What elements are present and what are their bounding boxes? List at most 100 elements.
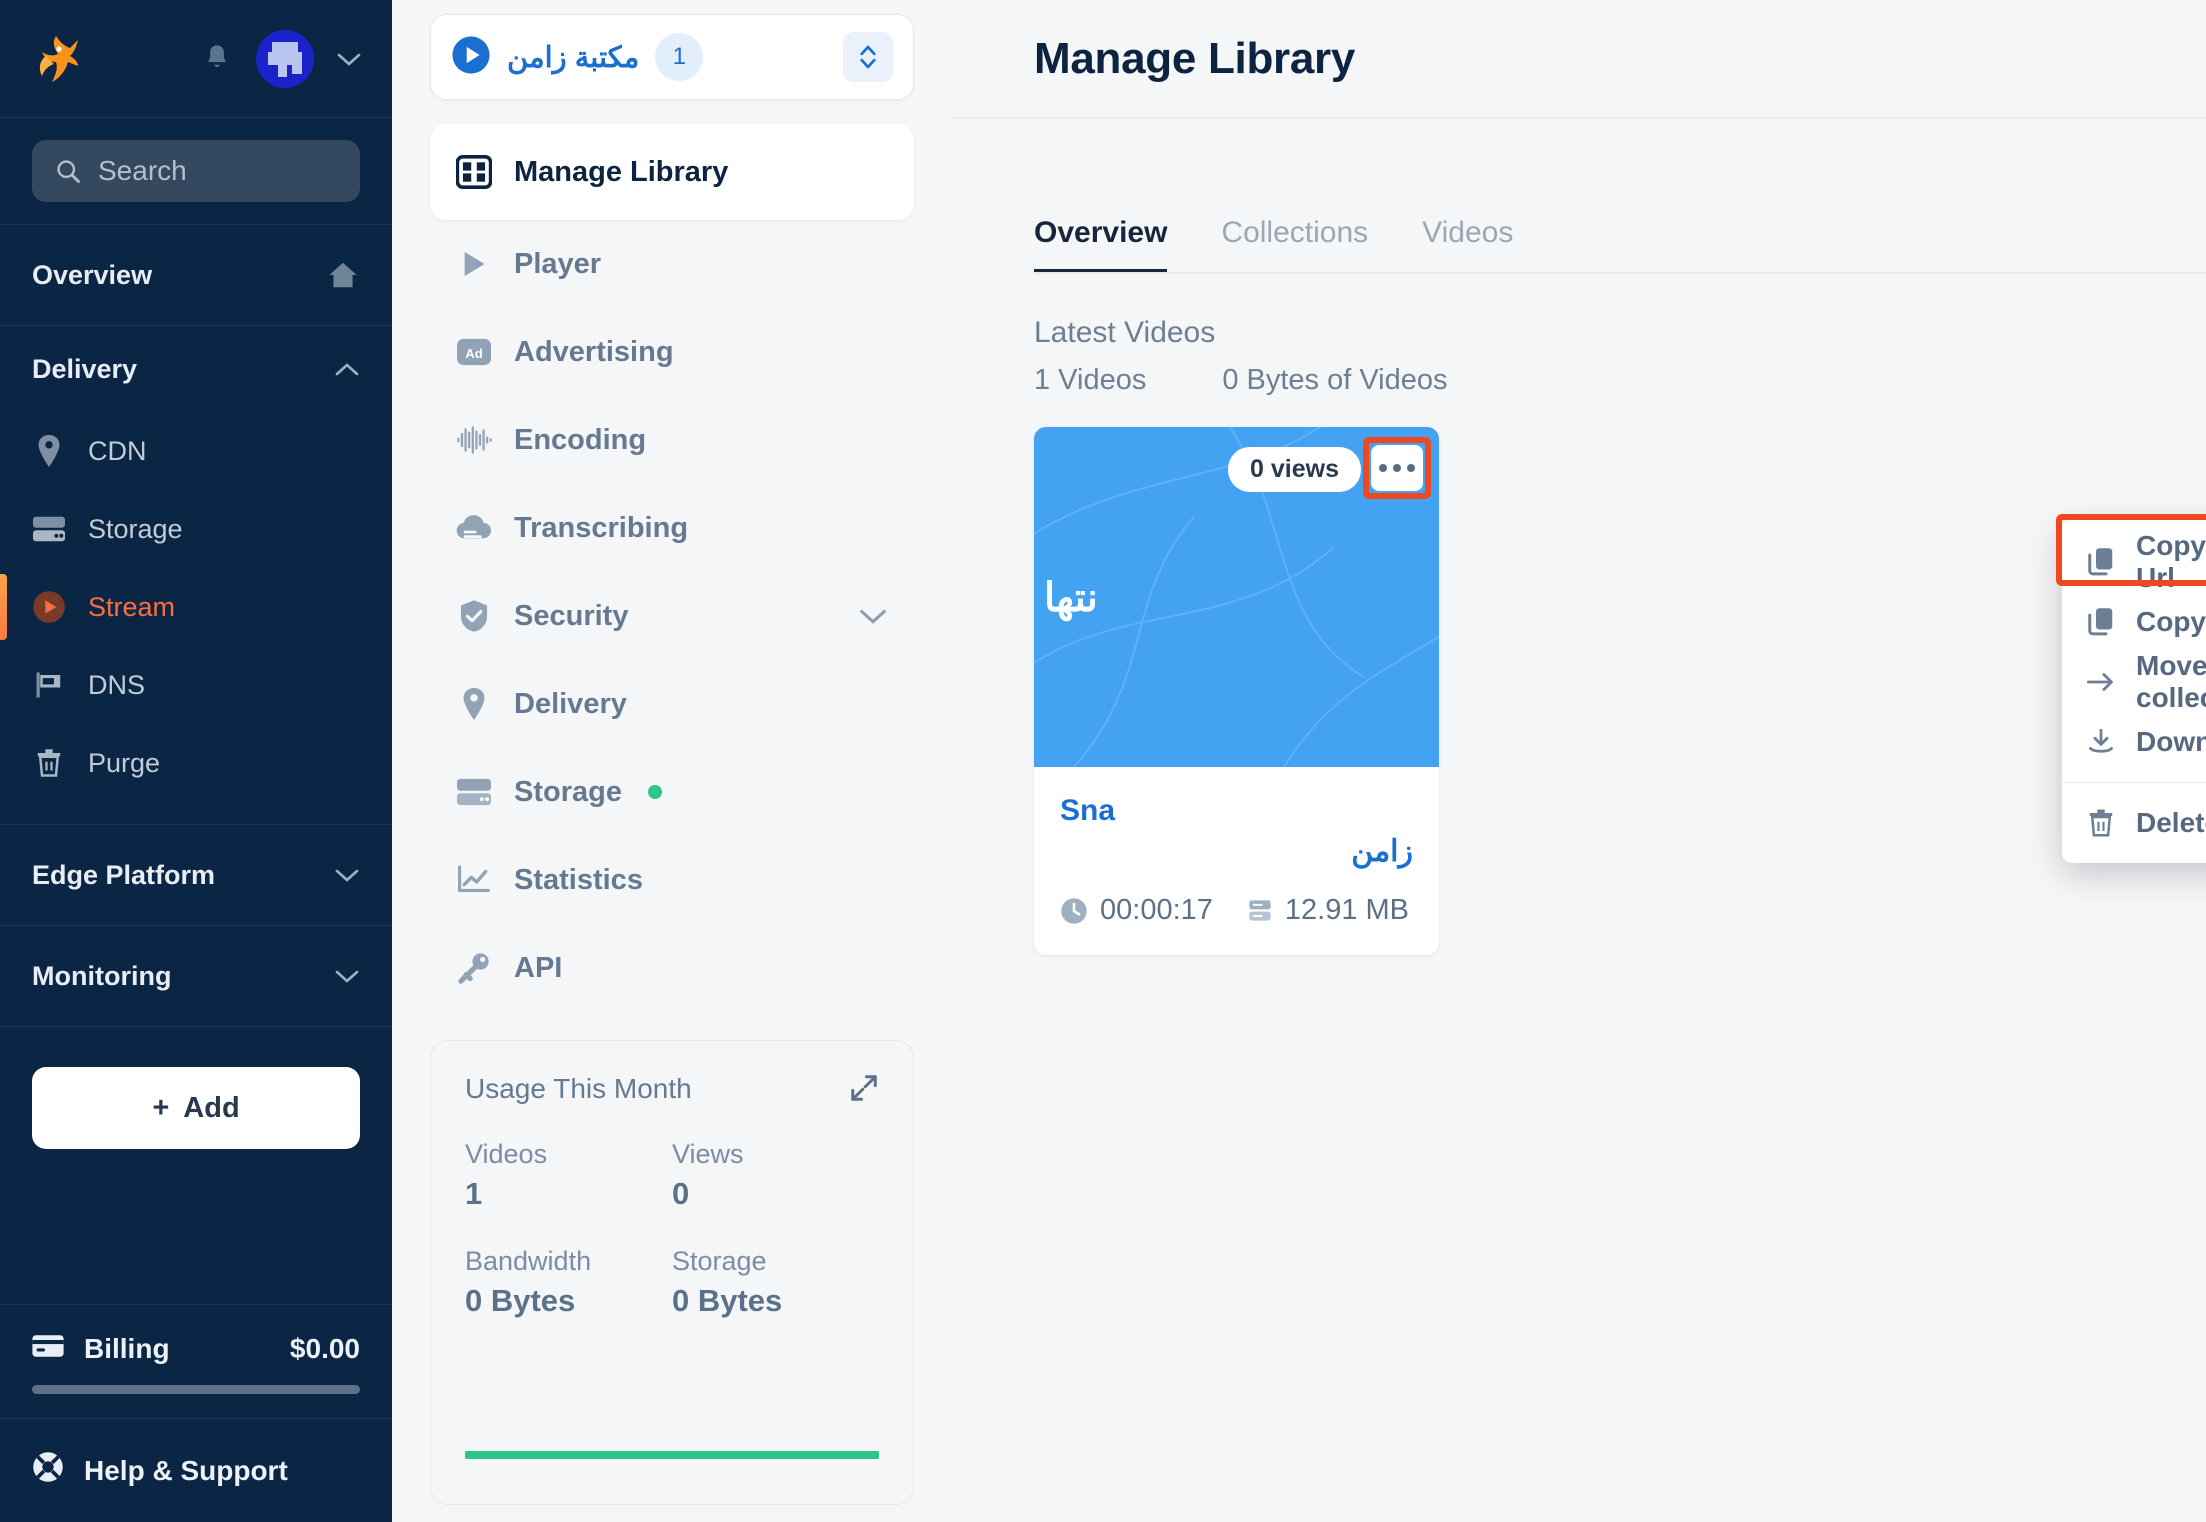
midnav-item-label: Transcribing xyxy=(514,511,689,544)
help-label: Help & Support xyxy=(84,1454,288,1486)
context-menu-item-label: Move to collection xyxy=(2136,650,2206,713)
chevron-down-icon[interactable] xyxy=(334,867,360,883)
pin-icon xyxy=(456,686,492,722)
usage-title: Usage This Month xyxy=(465,1073,692,1104)
sidebar-search-wrap: Search xyxy=(0,118,392,225)
context-menu-item-copy-play-url[interactable]: Copy Video Play Url xyxy=(2062,530,2206,593)
midnav-item-transcribing[interactable]: Transcribing xyxy=(430,484,914,572)
sidebar-item-dns[interactable]: DNS xyxy=(0,646,392,724)
usage-stat: Views 0 xyxy=(672,1139,879,1212)
expand-icon[interactable] xyxy=(849,1073,879,1103)
midnav-item-label: Delivery xyxy=(514,687,627,720)
context-menu-item-download[interactable]: Download xyxy=(2062,712,2206,772)
trash-icon xyxy=(32,746,66,780)
midnav-item-advertising[interactable]: Ad Advertising xyxy=(430,308,914,396)
account-chevron-down-icon[interactable] xyxy=(336,51,362,67)
chevron-up-icon[interactable] xyxy=(334,354,360,385)
clock-icon xyxy=(1061,897,1087,924)
add-button[interactable]: + Add xyxy=(32,1067,360,1149)
video-more-button[interactable] xyxy=(1371,445,1423,491)
waveform-icon xyxy=(456,422,492,458)
bunny-logo[interactable] xyxy=(30,32,92,86)
sidebar-item-overview[interactable]: Overview xyxy=(0,225,392,326)
search-icon xyxy=(57,160,80,183)
copy-icon xyxy=(2086,547,2116,577)
tab-videos[interactable]: Videos xyxy=(1422,216,1513,274)
billing-progress-bar xyxy=(32,1385,360,1394)
sidebar-item-help-support[interactable]: Help & Support xyxy=(0,1418,392,1522)
usage-stat-value: 0 Bytes xyxy=(672,1283,783,1318)
midnav-item-security[interactable]: Security xyxy=(430,572,914,660)
flag-icon xyxy=(32,668,66,702)
sidebar-item-stream[interactable]: Stream xyxy=(0,568,392,646)
sidebar-header xyxy=(0,0,392,118)
midnav-item-api[interactable]: API xyxy=(430,924,914,1012)
midnav-item-label: Manage Library xyxy=(514,155,729,188)
play-circle-icon xyxy=(451,35,491,80)
midnav-item-delivery[interactable]: Delivery xyxy=(430,660,914,748)
sidebar-item-cdn[interactable]: CDN xyxy=(0,412,392,490)
chart-line-icon xyxy=(456,862,492,898)
context-menu-item-copy-video-id[interactable]: Copy Video ID xyxy=(2062,592,2206,652)
main-header: Manage Library xyxy=(952,0,2206,118)
sidebar-group-label: Delivery xyxy=(32,353,138,384)
stream-nav-panel: مكتبة زامن 1 Manage Library Player Ad Ad… xyxy=(392,0,952,1522)
context-menu-separator xyxy=(2062,782,2206,783)
billing-row: Billing $0.00 xyxy=(32,1333,360,1365)
sidebar-billing[interactable]: Billing $0.00 xyxy=(0,1304,392,1418)
ellipsis-dot xyxy=(1379,464,1387,472)
library-selector[interactable]: مكتبة زامن 1 xyxy=(430,14,914,100)
tab-collections[interactable]: Collections xyxy=(1221,216,1368,274)
context-menu-item-delete[interactable]: Delete xyxy=(2062,793,2206,853)
key-icon xyxy=(456,950,492,986)
midnav-item-encoding[interactable]: Encoding xyxy=(430,396,914,484)
sidebar-item-purge[interactable]: Purge xyxy=(0,724,392,802)
sidebar-group-monitoring[interactable]: Monitoring xyxy=(0,926,392,1027)
video-title-line2: زامن xyxy=(1351,834,1413,868)
video-card[interactable]: نتها 0 views Sna زامن 00:00:17 12.91 MB xyxy=(1034,427,1439,955)
chevron-down-icon[interactable] xyxy=(858,600,888,633)
sidebar-item-storage[interactable]: Storage xyxy=(0,490,392,568)
credit-card-icon xyxy=(32,1333,64,1365)
midnav-item-storage[interactable]: Storage xyxy=(430,748,914,836)
sidebar-group-label: Edge Platform xyxy=(32,859,216,890)
chevron-down-icon[interactable] xyxy=(334,968,360,984)
bell-icon[interactable] xyxy=(200,41,234,77)
context-menu-item-move-to-collection[interactable]: Move to collection xyxy=(2062,650,2206,713)
video-thumbnail[interactable]: نتها 0 views xyxy=(1034,427,1439,767)
sidebar-group-edge-platform[interactable]: Edge Platform xyxy=(0,825,392,926)
tab-overview[interactable]: Overview xyxy=(1034,216,1168,274)
chevron-up-down-icon[interactable] xyxy=(843,32,893,82)
lifebuoy-icon xyxy=(32,1451,64,1490)
sidebar-group-delivery: Delivery CDN Storage Stream DNS Purge xyxy=(0,326,392,825)
search-input[interactable]: Search xyxy=(32,140,360,202)
pin-icon xyxy=(32,434,66,468)
ellipsis-dot xyxy=(1393,464,1401,472)
shield-check-icon xyxy=(456,598,492,634)
context-menu-item-label: Download xyxy=(2136,726,2206,757)
midnav-item-player[interactable]: Player xyxy=(430,220,914,308)
drive-icon xyxy=(1249,899,1271,921)
download-icon xyxy=(2086,727,2116,757)
avatar[interactable] xyxy=(256,29,314,88)
usage-stat-label: Videos xyxy=(465,1139,548,1169)
midnav-item-statistics[interactable]: Statistics xyxy=(430,836,914,924)
film-icon xyxy=(456,154,492,190)
video-size-text: 12.91 MB xyxy=(1284,894,1410,926)
usage-stat: Storage 0 Bytes xyxy=(672,1246,879,1319)
sidebar-group-label: Monitoring xyxy=(32,960,172,991)
sidebar-item-label: Overview xyxy=(32,259,153,290)
midnav-item-label: Security xyxy=(514,599,629,632)
video-size: 12.91 MB xyxy=(1247,894,1409,927)
drive-icon xyxy=(456,774,492,810)
sidebar-item-label: CDN xyxy=(88,435,147,466)
video-title[interactable]: Sna زامن xyxy=(1060,791,1413,872)
sidebar-group-delivery-header[interactable]: Delivery xyxy=(0,326,392,412)
primary-sidebar: Search Overview Delivery CDN Storage Str… xyxy=(0,0,392,1522)
midnav-item-manage-library[interactable]: Manage Library xyxy=(430,124,914,220)
latest-videos-stats: 1 Videos 0 Bytes of Videos xyxy=(1034,364,2206,397)
library-name: مكتبة زامن xyxy=(507,41,640,74)
midnav-item-label: Advertising xyxy=(514,335,674,368)
usage-stat-value: 1 xyxy=(465,1176,483,1211)
video-title-line1: Sna xyxy=(1060,794,1116,827)
